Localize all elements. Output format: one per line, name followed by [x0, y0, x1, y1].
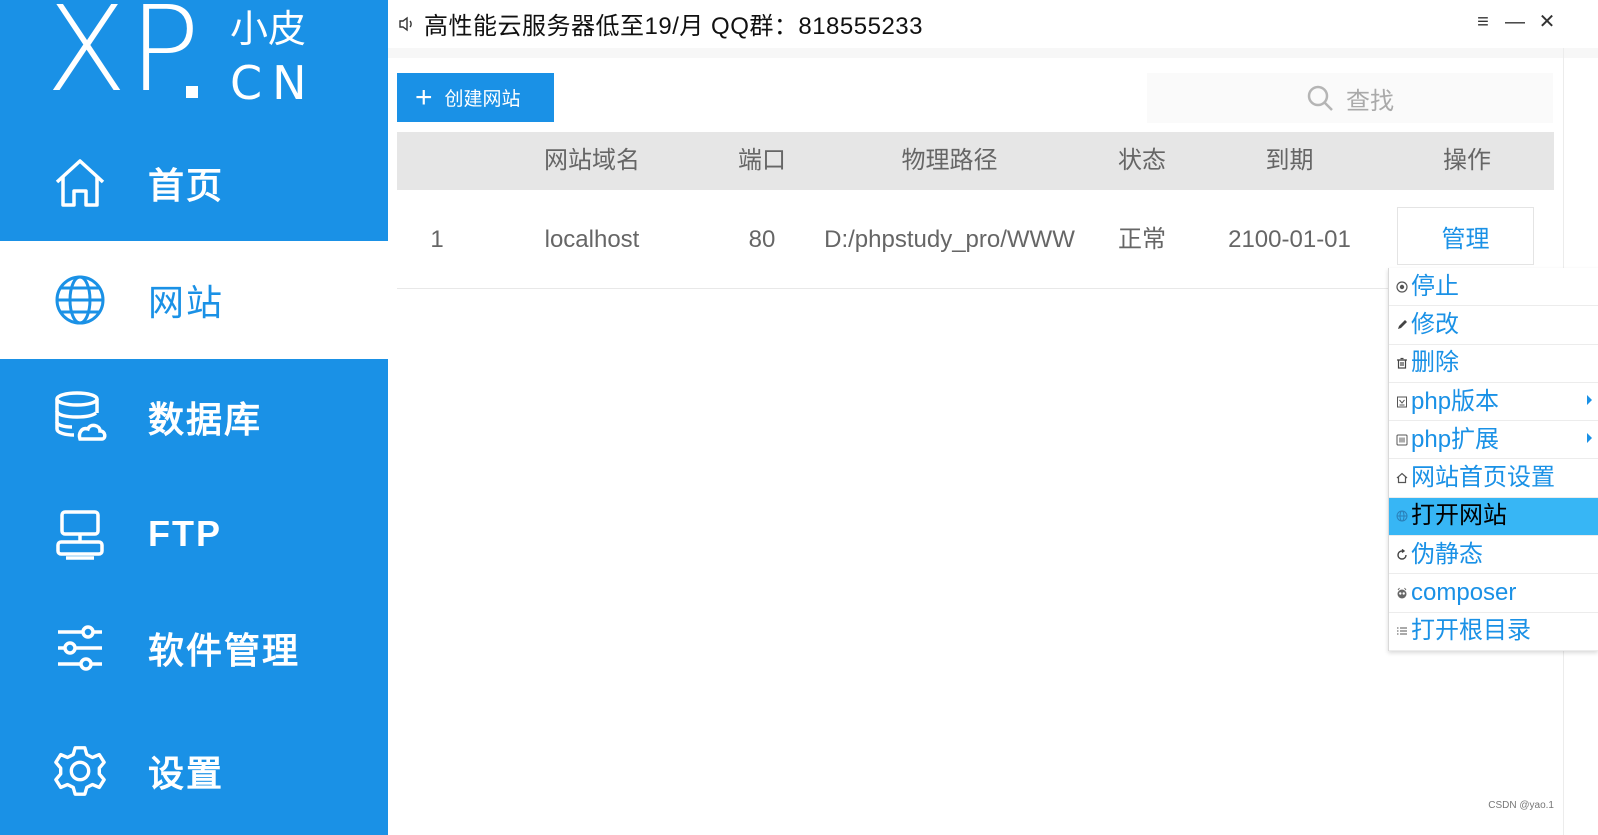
- sidebar-item-label: 数据库: [148, 399, 263, 440]
- menu-icon[interactable]: ≡: [1472, 10, 1494, 34]
- menu-item-label: 删除: [1411, 349, 1459, 377]
- sidebar-item-label: 设置: [148, 753, 225, 794]
- sidebar-item-software[interactable]: 软件管理: [0, 589, 388, 707]
- logo: XP 小皮 CN: [46, 0, 346, 120]
- menu-item-label: php扩展: [1411, 425, 1500, 453]
- row-index: 1: [430, 226, 444, 253]
- submenu-arrow-icon: [1587, 433, 1592, 444]
- sidebar-item-website[interactable]: 网站: [0, 241, 388, 359]
- sidebar-item-label: 首页: [148, 165, 225, 206]
- database-icon: [52, 389, 108, 445]
- menu-item-label: 网站首页设置: [1411, 464, 1555, 492]
- column-header-expiry[interactable]: 到期: [1207, 132, 1372, 190]
- stop-icon: [1395, 280, 1409, 294]
- menu-item-open-root-dir[interactable]: 打开根目录: [1389, 613, 1598, 651]
- sidebar-item-database[interactable]: 数据库: [0, 358, 388, 476]
- version-icon: [1395, 395, 1409, 409]
- menu-item-delete[interactable]: 删除: [1389, 345, 1598, 383]
- sidebar-item-label: FTP: [148, 513, 222, 554]
- minimize-icon[interactable]: —: [1504, 10, 1526, 34]
- sidebar-item-label: 软件管理: [148, 630, 301, 671]
- gear-icon: [52, 743, 108, 799]
- extension-icon: [1395, 433, 1409, 447]
- column-header-status[interactable]: 状态: [1092, 132, 1192, 190]
- menu-item-label: composer: [1411, 579, 1517, 607]
- menu-item-label: 打开网站: [1411, 502, 1507, 530]
- create-website-button[interactable]: + 创建网站: [397, 73, 554, 122]
- refresh-icon: [1395, 548, 1409, 562]
- menu-item-label: 伪静态: [1411, 540, 1483, 568]
- content-top-strip: [388, 48, 1598, 58]
- ftp-icon: [52, 506, 108, 562]
- column-header-port[interactable]: 端口: [702, 132, 822, 190]
- menu-item-label: 停止: [1411, 272, 1459, 300]
- menu-item-php-extension[interactable]: php扩展: [1389, 421, 1598, 460]
- logo-cn-text: CN: [230, 56, 317, 110]
- menu-item-rewrite[interactable]: 伪静态: [1389, 536, 1598, 575]
- globe-icon: [52, 272, 108, 328]
- menu-item-homepage-settings[interactable]: 网站首页设置: [1389, 459, 1598, 498]
- row-path: D:/phpstudy_pro/WWW: [824, 226, 1075, 253]
- watermark: CSDN @yao.1: [1488, 800, 1554, 811]
- context-menu: 停止 修改 删除 php版本 php扩展 网站首页设置 打开网站 伪静态 com…: [1388, 268, 1598, 651]
- menu-item-php-version[interactable]: php版本: [1389, 383, 1598, 422]
- submenu-arrow-icon: [1587, 394, 1592, 405]
- app-window: XP 小皮 CN 首页 网站 数据库 FTP 软件管理 设置 高性能云服务器低至…: [0, 0, 1598, 835]
- sidebar-item-ftp[interactable]: FTP: [0, 475, 388, 593]
- menu-item-open-website[interactable]: 打开网站: [1389, 497, 1598, 537]
- window-controls: ≡ — ✕: [1472, 10, 1558, 34]
- list-icon: [1395, 624, 1409, 638]
- globe-small-icon: [1395, 509, 1409, 523]
- top-bar: 高性能云服务器低至19/月 QQ群：818555233 ≡ — ✕: [388, 0, 1598, 48]
- sidebar-item-home[interactable]: 首页: [0, 124, 388, 242]
- column-header-action[interactable]: 操作: [1392, 132, 1542, 190]
- menu-item-label: 打开根目录: [1411, 617, 1531, 645]
- menu-item-label: php版本: [1411, 387, 1500, 415]
- menu-item-edit[interactable]: 修改: [1389, 306, 1598, 345]
- manage-button[interactable]: 管理: [1397, 207, 1534, 265]
- announcement-text: 高性能云服务器低至19/月 QQ群：818555233: [424, 13, 923, 40]
- row-status: 正常: [1118, 226, 1166, 253]
- sliders-icon: [52, 620, 108, 676]
- row-expiry: 2100-01-01: [1228, 226, 1351, 253]
- composer-icon: [1395, 586, 1409, 600]
- logo-main-text: XP: [46, 0, 202, 118]
- menu-item-label: 修改: [1411, 310, 1459, 338]
- plus-icon: +: [415, 80, 433, 114]
- announcement[interactable]: 高性能云服务器低至19/月 QQ群：818555233: [398, 6, 923, 41]
- column-header-domain[interactable]: 网站域名: [492, 132, 692, 190]
- sidebar-item-settings[interactable]: 设置: [0, 712, 388, 830]
- home-icon: [52, 155, 108, 211]
- column-header-path[interactable]: 物理路径: [817, 132, 1082, 190]
- home-small-icon: [1395, 471, 1409, 485]
- search-placeholder: 查找: [1346, 87, 1394, 115]
- sidebar-item-label: 网站: [148, 282, 225, 323]
- logo-dot: [186, 86, 198, 98]
- trash-icon: [1395, 356, 1409, 370]
- speaker-icon: [398, 15, 416, 33]
- sidebar: XP 小皮 CN 首页 网站 数据库 FTP 软件管理 设置: [0, 0, 388, 835]
- menu-item-composer[interactable]: composer: [1389, 574, 1598, 613]
- table-row[interactable]: 1 localhost 80 D:/phpstudy_pro/WWW 正常 21…: [397, 190, 1554, 289]
- logo-small-text: 小皮: [230, 9, 307, 51]
- menu-item-stop[interactable]: 停止: [1389, 268, 1598, 307]
- search-input[interactable]: 查找: [1147, 73, 1553, 123]
- pencil-icon: [1395, 318, 1409, 332]
- row-domain: localhost: [544, 226, 640, 253]
- create-website-label: 创建网站: [444, 89, 521, 110]
- search-icon: [1307, 85, 1333, 111]
- close-icon[interactable]: ✕: [1536, 10, 1558, 34]
- table-header: 网站域名 端口 物理路径 状态 到期 操作: [397, 132, 1554, 190]
